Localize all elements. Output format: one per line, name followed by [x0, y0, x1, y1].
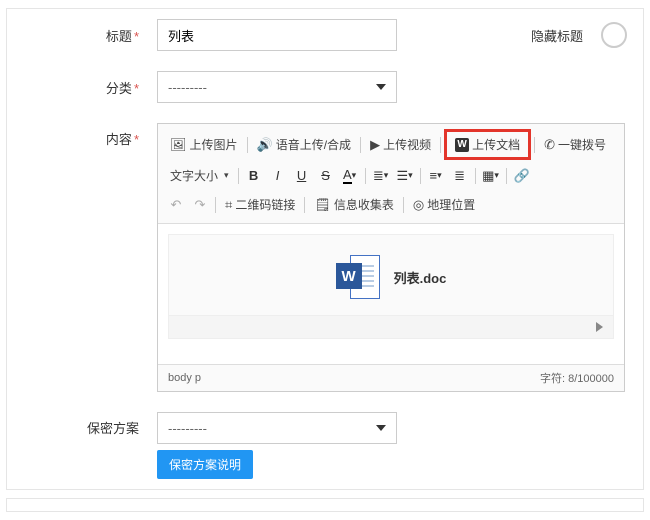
undo-button[interactable]: ↶ — [164, 194, 188, 216]
upload-video-button[interactable]: ▶ 上传视频 — [364, 133, 437, 156]
link-button[interactable]: 🔗 — [510, 165, 534, 187]
row-scheme: 保密方案 --------- 保密方案说明 — [7, 402, 643, 489]
align-button[interactable]: ≡▾ — [424, 165, 448, 187]
upload-doc-highlight: W 上传文档 — [444, 129, 531, 160]
form-icon: 🗒 — [314, 198, 331, 211]
image-icon: 🖼 — [170, 138, 187, 151]
phone-icon: ✆ — [544, 138, 555, 151]
label-title: 标题 — [7, 26, 157, 45]
bold-button[interactable]: B — [242, 165, 266, 187]
chevron-down-icon — [376, 84, 386, 90]
upload-doc-button[interactable]: W 上传文档 — [449, 133, 526, 156]
qr-icon: ⌗ — [225, 198, 232, 211]
upload-image-button[interactable]: 🖼 上传图片 — [164, 133, 244, 156]
editor-path: body p — [168, 372, 201, 384]
chevron-down-icon — [376, 425, 386, 431]
row-title: 标题 隐藏标题 — [7, 9, 643, 61]
info-form-button[interactable]: 🗒 信息收集表 — [308, 193, 400, 216]
scheme-value: --------- — [168, 421, 207, 436]
location-icon: ◎ — [413, 198, 424, 211]
attachment-nav[interactable] — [169, 315, 613, 338]
voice-upload-button[interactable]: 🔊 语音上传/合成 — [251, 133, 358, 156]
video-icon: ▶ — [370, 138, 380, 151]
category-value: --------- — [168, 80, 207, 95]
attachment-filename: 列表.doc — [394, 268, 447, 287]
label-content: 内容 — [7, 123, 157, 148]
indent-button[interactable]: ≣ — [448, 165, 472, 187]
field-category: --------- — [157, 71, 643, 103]
editor-content[interactable]: W 列表.doc — [158, 224, 624, 364]
rich-text-editor: 🖼 上传图片 🔊 语音上传/合成 ▶ 上传视频 — [157, 123, 625, 392]
editor-toolbar: 🖼 上传图片 🔊 语音上传/合成 ▶ 上传视频 — [158, 124, 624, 224]
chevron-down-icon: ▾ — [224, 170, 229, 181]
row-category: 分类 --------- — [7, 61, 643, 113]
label-scheme: 保密方案 — [7, 412, 157, 437]
char-counter: 字符: 8/100000 — [540, 370, 614, 386]
dial-button[interactable]: ✆ 一键拨号 — [538, 133, 612, 156]
row-content: 内容 🖼 上传图片 🔊 语音上传/合成 ▶ — [7, 113, 643, 402]
hide-title-toggle[interactable] — [601, 22, 627, 48]
table-button[interactable]: ▦▾ — [479, 165, 503, 187]
word-doc-icon: W — [336, 255, 380, 299]
geo-button[interactable]: ◎ 地理位置 — [407, 193, 481, 216]
hide-title-label[interactable]: 隐藏标题 — [531, 26, 583, 45]
underline-button[interactable]: U — [290, 165, 314, 187]
label-category: 分类 — [7, 78, 157, 97]
list-ordered-button[interactable]: ≣▾ — [369, 165, 393, 187]
scheme-desc-button[interactable]: 保密方案说明 — [157, 450, 253, 479]
chevron-right-icon — [596, 322, 603, 332]
title-input[interactable] — [157, 19, 397, 51]
font-size-select[interactable]: 文字大小 ▾ — [164, 164, 235, 187]
document-icon: W — [455, 138, 469, 152]
font-color-button[interactable]: A▾ — [338, 165, 362, 187]
italic-button[interactable]: I — [266, 165, 290, 187]
panel-bottom — [6, 498, 644, 512]
redo-button[interactable]: ↷ — [188, 194, 212, 216]
scheme-select[interactable]: --------- — [157, 412, 397, 444]
qr-link-button[interactable]: ⌗ 二维码链接 — [219, 193, 301, 216]
editor-statusbar: body p 字符: 8/100000 — [158, 364, 624, 391]
attached-file[interactable]: W 列表.doc — [168, 234, 614, 339]
strike-button[interactable]: S — [314, 165, 338, 187]
list-unordered-button[interactable]: ☰▾ — [393, 165, 417, 187]
field-scheme: --------- 保密方案说明 — [157, 412, 643, 479]
field-title: 隐藏标题 — [157, 19, 643, 51]
sound-icon: 🔊 — [257, 138, 273, 151]
category-select[interactable]: --------- — [157, 71, 397, 103]
form-panel: 标题 隐藏标题 分类 --------- 内容 🖼 — [6, 8, 644, 490]
